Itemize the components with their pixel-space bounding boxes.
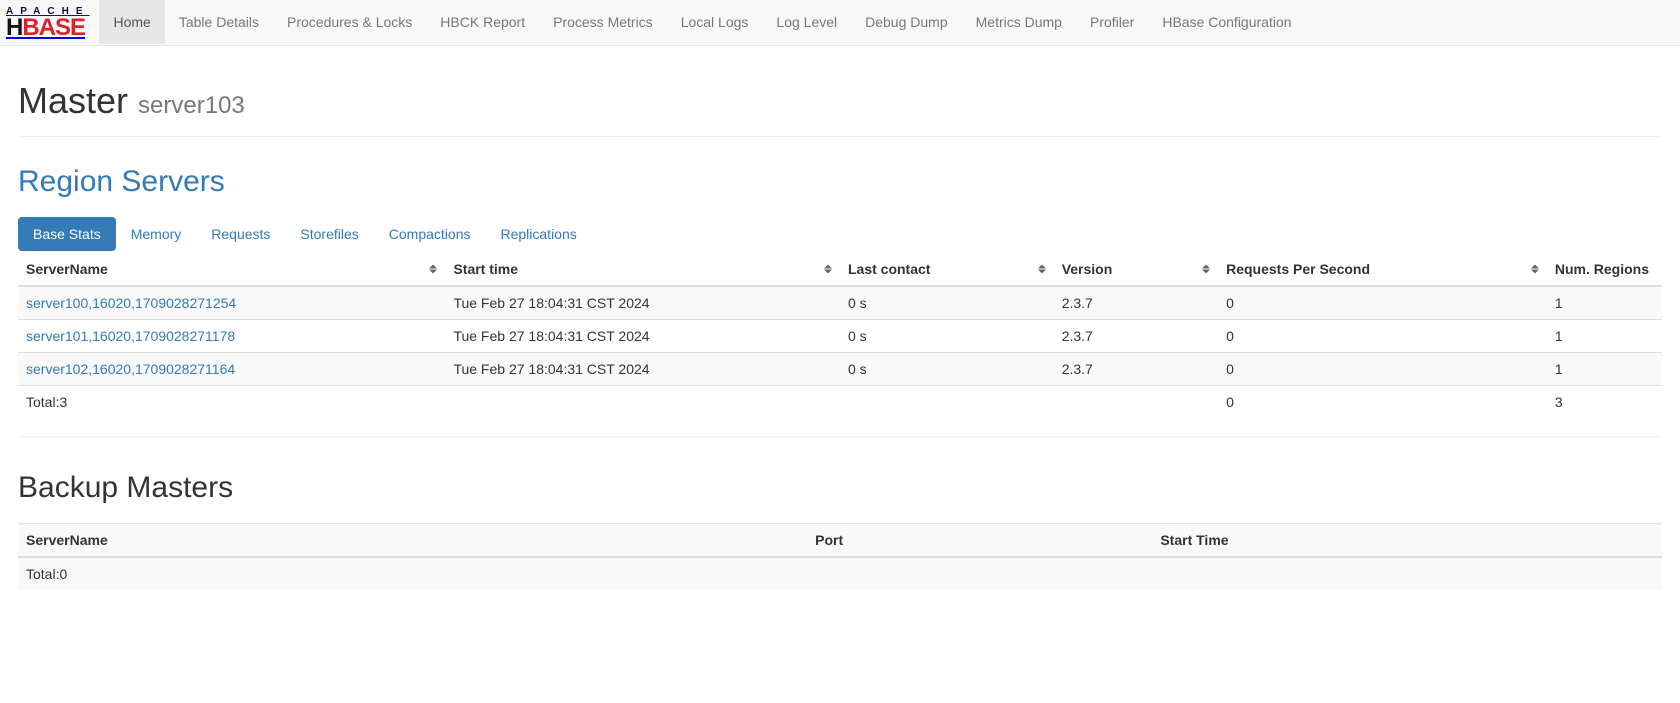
backup-masters-section: Backup Masters ServerName Port Start Tim… (18, 471, 1662, 590)
nav-procedures-locks[interactable]: Procedures & Locks (273, 0, 426, 44)
col-bm-start-time: Start Time (1152, 524, 1662, 558)
cell-regions: 1 (1547, 320, 1662, 353)
region-servers-tabs: Base Stats Memory Requests Storefiles Co… (18, 217, 1662, 251)
cell-total-regions: 3 (1547, 386, 1662, 419)
nav-table-details[interactable]: Table Details (165, 0, 273, 44)
server-link[interactable]: server101,16020,1709028271178 (26, 328, 235, 344)
cell-rps: 0 (1218, 320, 1547, 353)
col-start-time[interactable]: Start time (445, 253, 840, 286)
nav-profiler[interactable]: Profiler (1076, 0, 1148, 44)
cell-last: 0 s (840, 320, 1054, 353)
brand-logo[interactable]: APACHE HBASE (0, 0, 99, 45)
cell-version: 2.3.7 (1054, 286, 1218, 320)
sort-icon (1531, 265, 1539, 274)
nav-home[interactable]: Home (99, 0, 164, 44)
backup-masters-heading: Backup Masters (18, 471, 1662, 505)
col-last-contact[interactable]: Last contact (840, 253, 1054, 286)
col-version[interactable]: Version (1054, 253, 1218, 286)
table-total-row: Total:3 0 3 (18, 386, 1662, 419)
nav-log-level[interactable]: Log Level (762, 0, 851, 44)
page-title: Master server103 (18, 80, 1662, 122)
col-servername[interactable]: ServerName (18, 253, 445, 286)
nav-list: Home Table Details Procedures & Locks HB… (99, 0, 1305, 45)
cell-bm-total-label: Total:0 (18, 557, 807, 590)
cell-regions: 1 (1547, 286, 1662, 320)
cell-last: 0 s (840, 286, 1054, 320)
cell-version: 2.3.7 (1054, 320, 1218, 353)
region-servers-section: Region Servers Base Stats Memory Request… (18, 165, 1662, 418)
server-link[interactable]: server102,16020,1709028271164 (26, 361, 235, 377)
cell-rps: 0 (1218, 353, 1547, 386)
table-row: server101,16020,1709028271178 Tue Feb 27… (18, 320, 1662, 353)
cell-version: 2.3.7 (1054, 353, 1218, 386)
tab-base-stats[interactable]: Base Stats (18, 217, 116, 251)
backup-masters-table: ServerName Port Start Time Total:0 (18, 523, 1662, 590)
page-header: Master server103 (18, 46, 1662, 137)
tab-storefiles[interactable]: Storefiles (285, 217, 373, 251)
top-navbar: APACHE HBASE Home Table Details Procedur… (0, 0, 1680, 46)
cell-start: Tue Feb 27 18:04:31 CST 2024 (445, 320, 840, 353)
page-subtitle: server103 (138, 92, 245, 119)
col-bm-port: Port (807, 524, 1152, 558)
nav-debug-dump[interactable]: Debug Dump (851, 0, 962, 44)
table-row: server102,16020,1709028271164 Tue Feb 27… (18, 353, 1662, 386)
cell-last: 0 s (840, 353, 1054, 386)
tab-requests[interactable]: Requests (196, 217, 285, 251)
cell-start: Tue Feb 27 18:04:31 CST 2024 (445, 353, 840, 386)
sort-icon (1038, 265, 1046, 274)
col-rps[interactable]: Requests Per Second (1218, 253, 1547, 286)
region-servers-heading[interactable]: Region Servers (18, 165, 1662, 199)
cell-total-rps: 0 (1218, 386, 1547, 419)
sort-icon (824, 265, 832, 274)
nav-hbck-report[interactable]: HBCK Report (426, 0, 539, 44)
tab-replications[interactable]: Replications (485, 217, 591, 251)
tab-compactions[interactable]: Compactions (374, 217, 486, 251)
table-total-row: Total:0 (18, 557, 1662, 590)
col-num-regions[interactable]: Num. Regions (1547, 253, 1662, 286)
sort-icon (429, 265, 437, 274)
cell-regions: 1 (1547, 353, 1662, 386)
cell-rps: 0 (1218, 286, 1547, 320)
nav-process-metrics[interactable]: Process Metrics (539, 0, 667, 44)
tab-memory[interactable]: Memory (116, 217, 197, 251)
nav-hbase-configuration[interactable]: HBase Configuration (1148, 0, 1305, 44)
nav-local-logs[interactable]: Local Logs (667, 0, 763, 44)
server-link[interactable]: server100,16020,1709028271254 (26, 295, 236, 311)
region-servers-table: ServerName Start time Last contact Versi… (18, 253, 1662, 418)
divider (18, 436, 1662, 437)
nav-metrics-dump[interactable]: Metrics Dump (962, 0, 1076, 44)
sort-icon (1202, 265, 1210, 274)
cell-start: Tue Feb 27 18:04:31 CST 2024 (445, 286, 840, 320)
table-row: server100,16020,1709028271254 Tue Feb 27… (18, 286, 1662, 320)
col-bm-servername: ServerName (18, 524, 807, 558)
cell-total-label: Total:3 (18, 386, 445, 419)
